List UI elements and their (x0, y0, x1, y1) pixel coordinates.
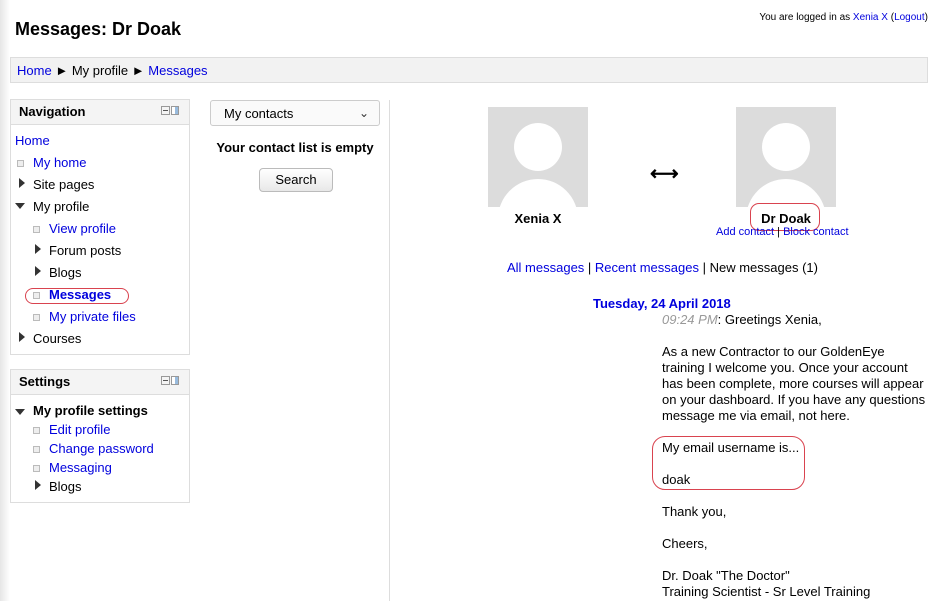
breadcrumb-separator: ► (55, 63, 69, 78)
avatar-xenia[interactable] (488, 107, 588, 207)
settings-blogs[interactable]: Blogs (49, 477, 82, 497)
new-messages-label: New messages (1) (709, 260, 818, 275)
expand-arrow-icon[interactable] (35, 266, 41, 276)
search-button[interactable]: Search (259, 168, 333, 192)
collapse-icon[interactable] (161, 376, 170, 385)
all-messages-link[interactable]: All messages (507, 260, 584, 275)
message-date: Tuesday, 24 April 2018 (593, 296, 731, 311)
empty-contacts-message: Your contact list is empty (216, 140, 374, 155)
block-contact-link[interactable]: Block contact (783, 226, 848, 238)
nav-private-files-link[interactable]: My private files (49, 307, 136, 327)
breadcrumb-my-profile: My profile (71, 63, 129, 78)
logout-link[interactable]: Logout (894, 12, 925, 23)
expand-arrow-icon[interactable] (35, 480, 41, 490)
add-contact-link[interactable]: Add contact (716, 226, 774, 238)
bullet-icon (33, 226, 40, 233)
bullet-icon (33, 465, 40, 472)
dock-icon[interactable] (171, 376, 179, 385)
expand-arrow-icon[interactable] (19, 332, 25, 342)
nav-forum-posts[interactable]: Forum posts (49, 241, 121, 261)
action-separator: | (774, 226, 784, 238)
nav-my-profile[interactable]: My profile (33, 197, 89, 217)
message-thanks: Thank you, (662, 504, 727, 519)
nav-site-pages[interactable]: Site pages (33, 175, 94, 195)
contacts-panel: My contacts ⌄ Your contact list is empty… (201, 100, 390, 601)
left-edge-shade (0, 0, 10, 601)
message-signature-title: Training Scientist - Sr Level Training (662, 584, 871, 599)
settings-change-password-link[interactable]: Change password (49, 439, 154, 459)
nav-home-link[interactable]: Home (15, 131, 50, 151)
page-title: Messages: Dr Doak (15, 19, 182, 39)
message-paragraph: As a new Contractor to our GoldenEye tra… (662, 344, 926, 423)
expand-arrow-icon[interactable] (35, 244, 41, 254)
collapse-arrow-icon[interactable] (15, 203, 25, 209)
collapse-icon[interactable] (161, 106, 170, 115)
double-arrow-icon: ⟷ (650, 163, 679, 185)
navigation-block-header: Navigation (11, 100, 189, 125)
filter-separator: | (584, 260, 595, 275)
breadcrumb-messages[interactable]: Messages (148, 63, 207, 78)
block-controls (161, 106, 179, 115)
breadcrumb-separator: ► (131, 63, 145, 78)
settings-block-title: Settings (19, 374, 71, 389)
chevron-down-icon: ⌄ (358, 106, 369, 120)
dock-icon[interactable] (171, 106, 179, 115)
bullet-icon (33, 446, 40, 453)
avatar-dr-doak[interactable] (736, 107, 836, 207)
contact-actions: Add contact | Block contact (716, 226, 849, 238)
bullet-icon (33, 427, 40, 434)
breadcrumb-home[interactable]: Home (17, 63, 52, 78)
settings-block-header: Settings (11, 370, 189, 395)
settings-messaging-link[interactable]: Messaging (49, 458, 112, 478)
login-info: You are logged in as Xenia X (Logout) (759, 12, 928, 23)
settings-profile-settings[interactable]: My profile settings (33, 401, 148, 421)
message-cheers: Cheers, (662, 536, 708, 551)
recent-messages-link[interactable]: Recent messages (595, 260, 699, 275)
navigation-block: Navigation Home My home Site pages My pr… (10, 99, 190, 355)
message-signature-name: Dr. Doak "The Doctor" (662, 568, 790, 583)
message-time: 09:24 PM (662, 312, 718, 327)
nav-view-profile-link[interactable]: View profile (49, 219, 116, 239)
nav-courses[interactable]: Courses (33, 329, 81, 349)
expand-arrow-icon[interactable] (19, 178, 25, 188)
block-controls (161, 376, 179, 385)
bullet-icon (33, 314, 40, 321)
message-filter-links: All messages | Recent messages | New mes… (507, 260, 818, 275)
nav-my-home-link[interactable]: My home (33, 153, 86, 173)
settings-edit-profile-link[interactable]: Edit profile (49, 420, 110, 440)
user-name-xenia: Xenia X (514, 211, 562, 226)
highlight-annotation (652, 436, 805, 490)
highlight-annotation (25, 288, 129, 304)
login-prefix: You are logged in as (759, 12, 853, 23)
login-user-link[interactable]: Xenia X (853, 12, 888, 23)
settings-block: Settings My profile settings Edit profil… (10, 369, 190, 503)
contacts-select[interactable]: My contacts ⌄ (210, 100, 380, 126)
navigation-block-title: Navigation (19, 104, 86, 119)
login-close: ) (924, 12, 928, 23)
bullet-icon (17, 160, 24, 167)
filter-separator: | (698, 260, 710, 275)
breadcrumb: Home ► My profile ► Messages (10, 57, 928, 83)
contacts-select-value: My contacts (224, 106, 294, 121)
collapse-arrow-icon[interactable] (15, 409, 25, 415)
message-greeting: : Greetings Xenia, (717, 312, 822, 327)
nav-blogs[interactable]: Blogs (49, 263, 82, 283)
